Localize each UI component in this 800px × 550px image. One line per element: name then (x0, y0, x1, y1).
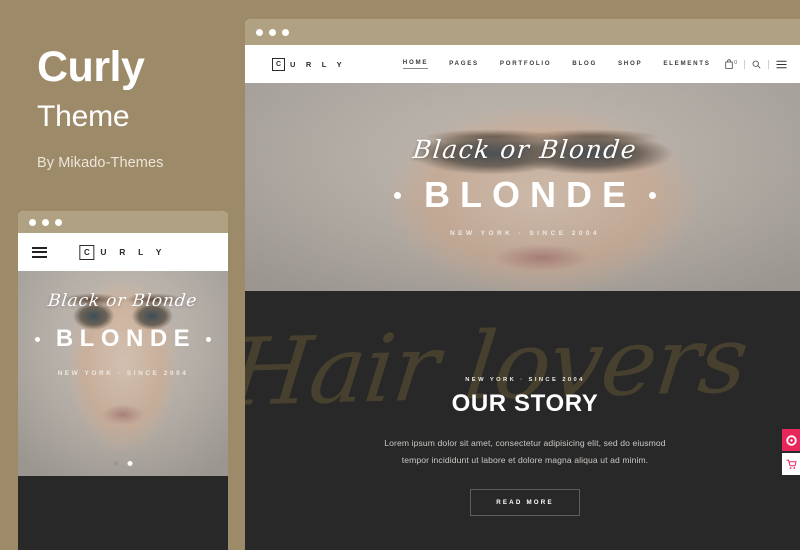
nav-item-blog[interactable]: BLOG (572, 60, 597, 69)
mobile-site-header: C U R L Y (18, 233, 228, 271)
nav-item-pages[interactable]: PAGES (449, 60, 479, 69)
hamburger-bar-2 (32, 251, 47, 253)
search-icon (752, 60, 761, 68)
slider-dot-1[interactable] (113, 461, 119, 466)
hero-subtitle: NEW YORK · SINCE 2004 (449, 230, 601, 237)
header-tools: 0 (725, 59, 787, 69)
search-button[interactable] (752, 60, 761, 69)
nav-item-shop[interactable]: SHOP (618, 60, 642, 69)
hero-script-text: Black or Blonde (411, 135, 639, 164)
envato-badge-button[interactable] (782, 429, 800, 451)
hamburger-bar-1 (32, 246, 47, 249)
main-navigation: HOME PAGES PORTFOLIO BLOG SHOP ELEMENTS (402, 59, 711, 69)
hero-title: BLONDE (424, 174, 636, 215)
window-dot-close[interactable] (256, 28, 263, 36)
mobile-site-logo[interactable]: C U R L Y (79, 244, 167, 260)
cart-count: 0 (734, 60, 737, 66)
hero-content: Black or Blonde BLONDE NEW YORK · SINCE … (245, 83, 800, 291)
shopping-bag-icon (725, 59, 733, 69)
window-dot-maximize[interactable] (282, 28, 289, 36)
logo-initial: C (272, 57, 285, 71)
hero-bullet-right (649, 191, 656, 199)
mobile-menu-button[interactable] (32, 246, 47, 258)
hero-bullet-left (394, 191, 401, 199)
mobile-window-dot-minimize[interactable] (42, 218, 49, 226)
floating-side-buttons (782, 429, 800, 475)
mobile-hero-slider: Black or Blonde BLONDE NEW YORK · SINCE … (18, 271, 228, 476)
buy-now-cart-button[interactable] (782, 453, 800, 475)
story-paragraph-line-1: Lorem ipsum dolor sit amet, consectetur … (384, 438, 666, 448)
desktop-browser-chrome (245, 19, 800, 45)
circle-badge-icon (785, 434, 797, 446)
mobile-browser-chrome (18, 211, 228, 233)
cart-icon (785, 459, 797, 469)
story-title: OUR STORY (451, 390, 599, 417)
mobile-hero-bullet-left (34, 336, 40, 342)
mobile-dark-section (18, 476, 228, 550)
mobile-logo-wordmark: U R L Y (100, 247, 167, 257)
promo-block: Curly Theme By Mikado-Themes (37, 43, 237, 172)
logo-wordmark: U R L Y (290, 59, 346, 69)
hamburger-bar-3 (32, 255, 47, 258)
story-content: NEW YORK · SINCE 2004 OUR STORY Lorem ip… (245, 291, 800, 516)
shopping-bag-button[interactable]: 0 (725, 59, 737, 69)
nav-item-home[interactable]: HOME (402, 59, 429, 69)
slider-dot-2[interactable] (127, 461, 133, 466)
screenshot-root: Curly Theme By Mikado-Themes C U R L Y H… (0, 0, 800, 550)
menu-button[interactable] (776, 60, 787, 69)
hero-title-row: BLONDE (394, 177, 656, 213)
mobile-slider-dots (113, 461, 133, 466)
hamburger-icon (776, 60, 787, 68)
desktop-browser-mockup: C U R L Y HOME PAGES PORTFOLIO BLOG SHOP… (245, 19, 800, 550)
nav-item-portfolio[interactable]: PORTFOLIO (500, 60, 551, 69)
mobile-hero-bullet-right (206, 336, 212, 342)
mobile-hero-content: Black or Blonde BLONDE NEW YORK · SINCE … (18, 271, 228, 476)
mobile-logo-initial: C (79, 244, 95, 260)
mobile-hero-title-row: BLONDE (34, 325, 212, 352)
our-story-section: Hair lovers NEW YORK · SINCE 2004 OUR ST… (245, 291, 800, 550)
window-dot-minimize[interactable] (269, 28, 276, 36)
promo-author: By Mikado-Themes (37, 155, 164, 171)
mobile-browser-mockup: C U R L Y Black or Blonde BLONDE NEW YOR… (18, 211, 228, 550)
mobile-hero-title: BLONDE (55, 325, 197, 352)
mobile-hero-script-text: Black or Blonde (47, 291, 199, 311)
read-more-button[interactable]: READ MORE (470, 488, 580, 516)
site-logo[interactable]: C U R L Y (272, 57, 346, 71)
nav-item-elements[interactable]: ELEMENTS (663, 60, 710, 69)
mobile-window-dot-close[interactable] (29, 218, 36, 226)
promo-title: Curly (37, 43, 145, 91)
promo-subtitle: Theme (37, 100, 130, 133)
tool-divider-1 (744, 59, 745, 69)
mobile-window-dot-maximize[interactable] (55, 218, 62, 226)
story-eyebrow: NEW YORK · SINCE 2004 (465, 377, 585, 383)
hero-slider: Black or Blonde BLONDE NEW YORK · SINCE … (245, 83, 800, 291)
tool-divider-2 (768, 59, 769, 69)
story-paragraph-line-2: tempor incididunt ut labore et dolore ma… (401, 454, 649, 465)
mobile-hero-subtitle: NEW YORK · SINCE 2004 (57, 370, 189, 377)
site-header: C U R L Y HOME PAGES PORTFOLIO BLOG SHOP… (245, 45, 800, 83)
